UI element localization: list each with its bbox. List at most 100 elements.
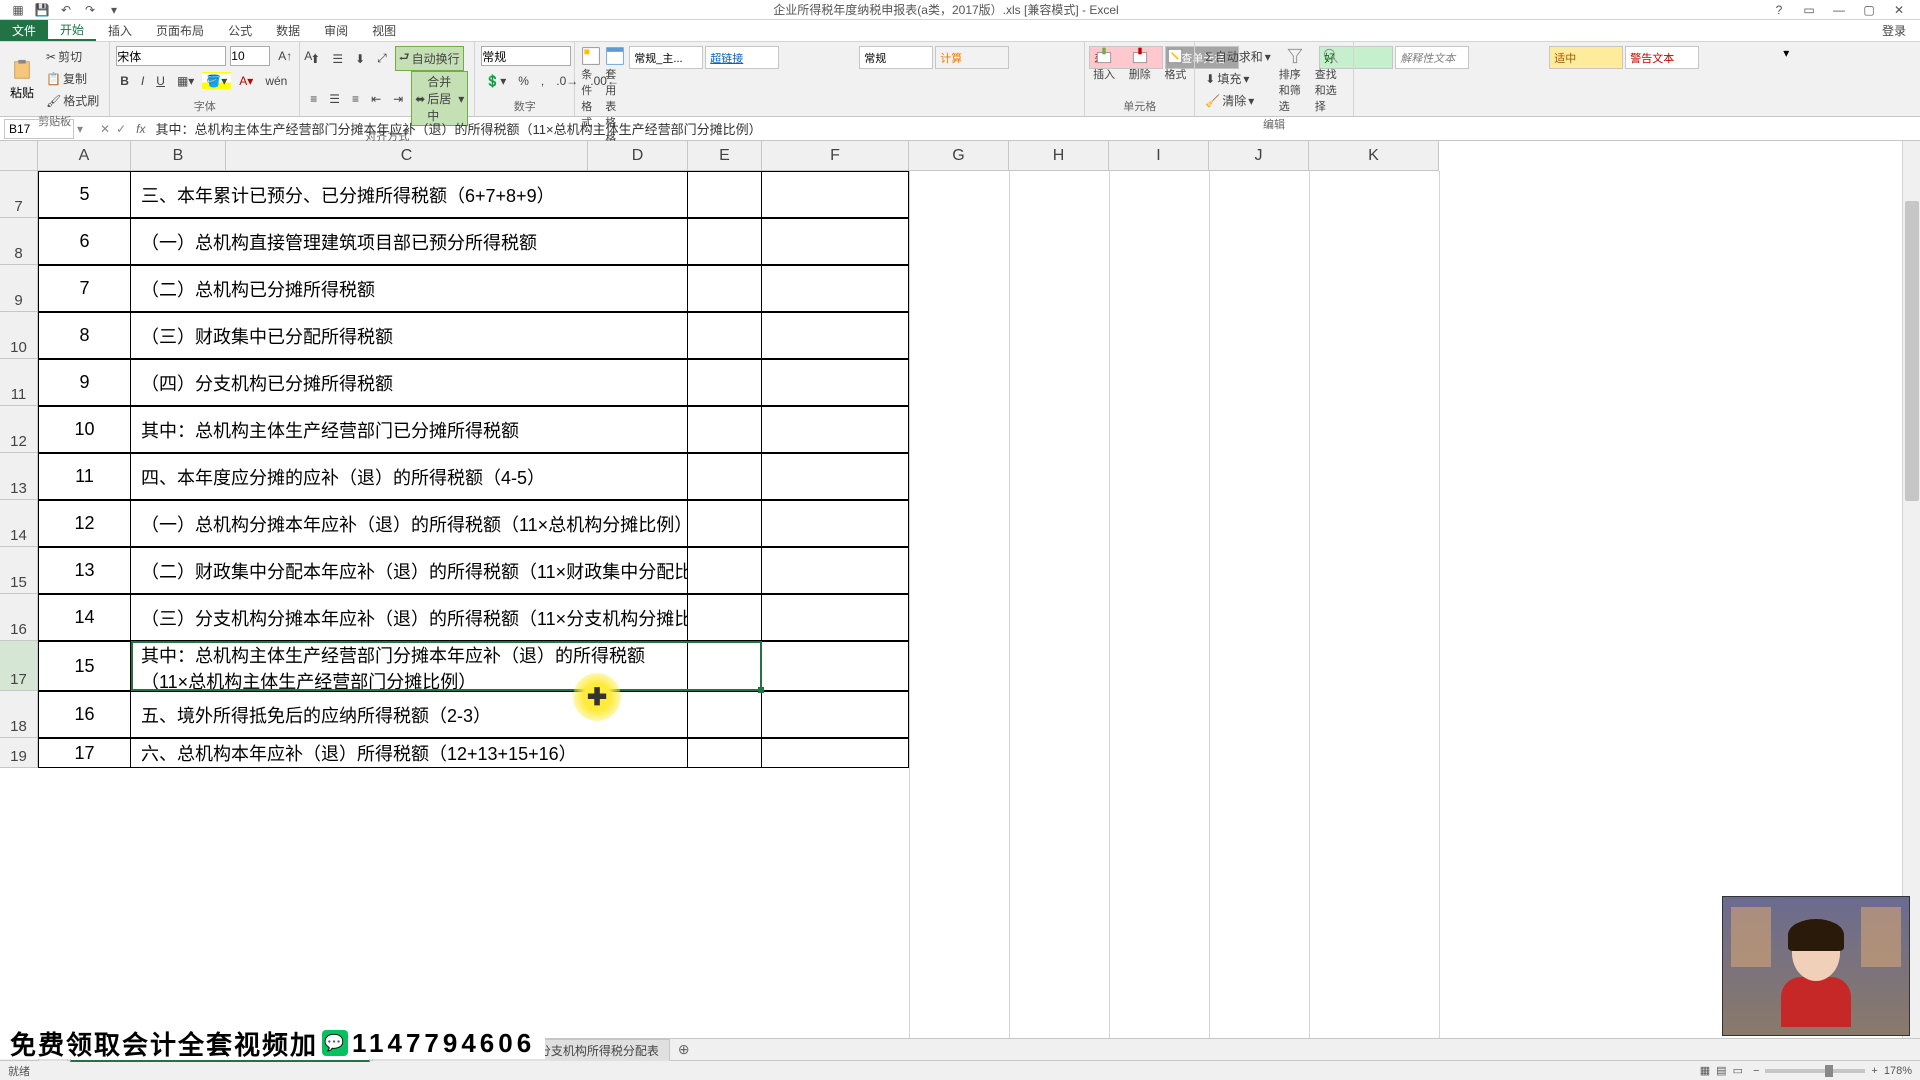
name-box[interactable]: B17 [4, 119, 74, 139]
cell-A15[interactable]: 13 [38, 547, 131, 594]
cell-E9[interactable] [688, 265, 762, 312]
format-cells-button[interactable]: 格式 [1163, 46, 1189, 82]
ribbon-options-icon[interactable]: ▭ [1800, 1, 1818, 19]
cell-A9[interactable]: 7 [38, 265, 131, 312]
qat-customize-icon[interactable]: ▾ [106, 2, 122, 18]
wrap-text-button[interactable]: ⮐ 自动换行 [395, 46, 464, 71]
cell-F18[interactable] [762, 691, 909, 738]
currency-icon[interactable]: 💲▾ [481, 72, 510, 90]
row-header-14[interactable]: 14 [0, 500, 38, 547]
cell-F16[interactable] [762, 594, 909, 641]
cell-B10[interactable]: （三）财政集中已分配所得税额 [131, 312, 688, 359]
menu-insert[interactable]: 插入 [96, 20, 144, 41]
cond-format-button[interactable]: 条件格式 [581, 46, 601, 130]
row-header-18[interactable]: 18 [0, 691, 38, 738]
insert-cells-button[interactable]: 插入 [1091, 46, 1117, 82]
align-center-icon[interactable]: ☰ [325, 90, 344, 108]
cell-A12[interactable]: 10 [38, 406, 131, 453]
row-header-10[interactable]: 10 [0, 312, 38, 359]
align-middle-icon[interactable]: ☰ [328, 50, 347, 68]
zoom-thumb[interactable] [1825, 1065, 1833, 1077]
cell-F7[interactable] [762, 171, 909, 218]
cell-B14[interactable]: （一）总机构分摊本年应补（退）的所得税额（11×总机构分摊比例） [131, 500, 688, 547]
paste-button[interactable]: 粘贴 [6, 54, 38, 103]
cell-A8[interactable]: 6 [38, 218, 131, 265]
cell-A14[interactable]: 12 [38, 500, 131, 547]
border-button[interactable]: ▦▾ [173, 72, 198, 90]
cell-E15[interactable] [688, 547, 762, 594]
styles-more-icon[interactable]: ▾ [1779, 46, 1793, 60]
col-header-H[interactable]: H [1009, 141, 1109, 171]
col-header-C[interactable]: C [226, 141, 588, 171]
cell-F17[interactable] [762, 641, 909, 691]
row-header-8[interactable]: 8 [0, 218, 38, 265]
cell-F10[interactable] [762, 312, 909, 359]
row-header-19[interactable]: 19 [0, 738, 38, 768]
login-link[interactable]: 登录 [1882, 22, 1920, 39]
redo-icon[interactable]: ↷ [82, 2, 98, 18]
close-icon[interactable]: ✕ [1890, 1, 1908, 19]
cell-E11[interactable] [688, 359, 762, 406]
cell-B12[interactable]: 其中：总机构主体生产经营部门已分摊所得税额 [131, 406, 688, 453]
fx-icon[interactable]: fx [132, 122, 149, 136]
cell-E18[interactable] [688, 691, 762, 738]
autosum-button[interactable]: Σ 自动求和 ▾ [1201, 46, 1274, 67]
style-link[interactable]: 超链接 [705, 46, 779, 69]
row-header-7[interactable]: 7 [0, 171, 38, 218]
font-name-select[interactable] [116, 46, 226, 66]
font-size-select[interactable] [230, 46, 270, 66]
align-bottom-icon[interactable]: ⬇ [351, 50, 369, 68]
fill-button[interactable]: ⬇ 填充 ▾ [1201, 68, 1274, 89]
cell-E7[interactable] [688, 171, 762, 218]
cell-E16[interactable] [688, 594, 762, 641]
cell-A18[interactable]: 16 [38, 691, 131, 738]
cell-B13[interactable]: 四、本年度应分摊的应补（退）的所得税额（4-5） [131, 453, 688, 500]
menu-review[interactable]: 审阅 [312, 20, 360, 41]
cell-A11[interactable]: 9 [38, 359, 131, 406]
col-header-A[interactable]: A [38, 141, 131, 171]
cell-F12[interactable] [762, 406, 909, 453]
delete-cells-button[interactable]: 删除 [1127, 46, 1153, 82]
help-icon[interactable]: ? [1770, 1, 1788, 19]
comma-icon[interactable]: , [537, 72, 548, 90]
copy-button[interactable]: 📋 复制 [42, 68, 103, 89]
row-header-17[interactable]: 17 [0, 641, 38, 691]
col-header-I[interactable]: I [1109, 141, 1209, 171]
style-normal2[interactable]: 常规_主... [629, 46, 703, 69]
col-header-B[interactable]: B [131, 141, 226, 171]
cell-styles-gallery[interactable]: 常规_主... 超链接 [629, 46, 855, 94]
cell-E13[interactable] [688, 453, 762, 500]
cell-F14[interactable] [762, 500, 909, 547]
number-format-select[interactable] [481, 46, 571, 66]
cell-F13[interactable] [762, 453, 909, 500]
name-box-dropdown-icon[interactable]: ▾ [74, 122, 86, 136]
row-header-12[interactable]: 12 [0, 406, 38, 453]
col-header-J[interactable]: J [1209, 141, 1309, 171]
indent-dec-icon[interactable]: ⇤ [367, 90, 385, 108]
col-header-E[interactable]: E [688, 141, 762, 171]
zoom-slider[interactable] [1765, 1069, 1865, 1073]
align-right-icon[interactable]: ≡ [348, 90, 363, 108]
cell-F19[interactable] [762, 738, 909, 768]
orientation-icon[interactable]: ⤢ [373, 49, 391, 68]
sort-filter-button[interactable]: 排序和筛选 [1279, 46, 1311, 114]
bold-button[interactable]: B [116, 72, 133, 90]
menu-file[interactable]: 文件 [0, 20, 48, 41]
cut-button[interactable]: ✂ 剪切 [42, 46, 103, 67]
cell-E12[interactable] [688, 406, 762, 453]
enter-formula-icon[interactable]: ✓ [116, 122, 126, 136]
undo-icon[interactable]: ↶ [58, 2, 74, 18]
cancel-formula-icon[interactable]: ✕ [100, 122, 110, 136]
style-neutral[interactable]: 适中 [1549, 46, 1623, 69]
fill-color-button[interactable]: 🪣▾ [202, 72, 231, 90]
cell-A13[interactable]: 11 [38, 453, 131, 500]
cell-E14[interactable] [688, 500, 762, 547]
cell-E8[interactable] [688, 218, 762, 265]
col-header-D[interactable]: D [588, 141, 688, 171]
cell-E17[interactable] [688, 641, 762, 691]
align-top-icon[interactable]: ⬆ [306, 50, 324, 68]
menu-formulas[interactable]: 公式 [216, 20, 264, 41]
align-left-icon[interactable]: ≡ [306, 90, 321, 108]
page-layout-view-icon[interactable]: ▤ [1716, 1064, 1726, 1077]
cell-F8[interactable] [762, 218, 909, 265]
